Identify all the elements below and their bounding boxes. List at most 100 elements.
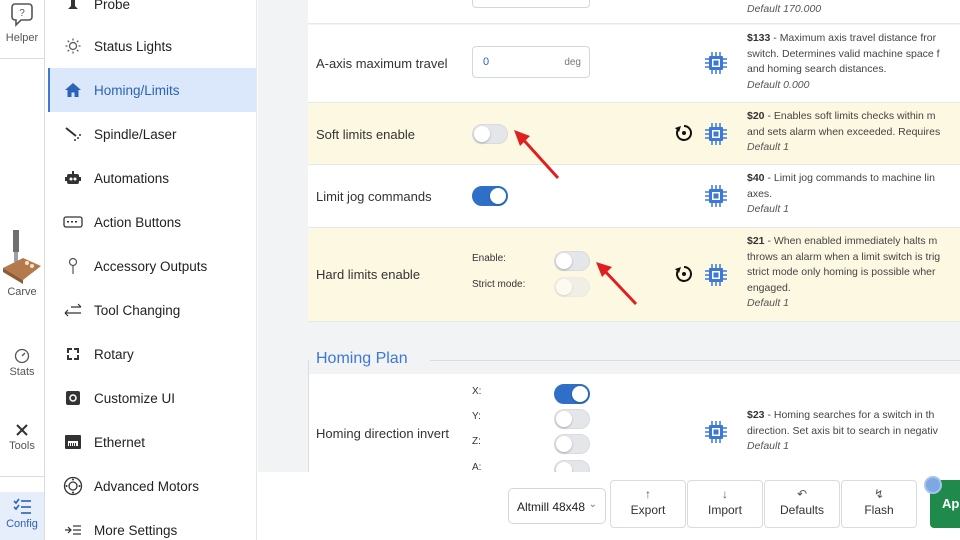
carve-machine-icon bbox=[3, 230, 41, 284]
sidebar-item-customize-ui[interactable]: Customize UI bbox=[48, 376, 256, 420]
soft-limits-toggle[interactable] bbox=[472, 124, 508, 144]
probe-icon bbox=[62, 0, 84, 15]
limit-jog-toggle[interactable] bbox=[472, 186, 508, 206]
desc-line: - Limit jog commands to machine lin bbox=[764, 172, 935, 184]
rail-label-helper: Helper bbox=[5, 32, 39, 44]
rail-label-stats: Stats bbox=[9, 366, 35, 378]
setting-label: Homing direction invert bbox=[316, 426, 449, 441]
keyboard-icon bbox=[62, 211, 84, 233]
gauge-icon bbox=[14, 348, 30, 364]
input-value: 0 bbox=[483, 56, 490, 68]
sidebar-label: Tool Changing bbox=[94, 302, 181, 318]
bottom-toolbar: Altmill 48x48 ⌄ ↑ Export ↓ Import ↶ Defa… bbox=[258, 472, 960, 540]
rail-item-carve[interactable]: Carve bbox=[0, 228, 44, 312]
setting-default: Default 1 bbox=[747, 297, 790, 309]
rail-item-stats[interactable]: Stats bbox=[0, 348, 44, 388]
desc-line: - Enables soft limits checks within m bbox=[764, 110, 936, 122]
ethernet-icon bbox=[62, 431, 84, 453]
setting-default: Default 0.000 bbox=[747, 78, 810, 91]
sidebar-item-accessory-outputs[interactable]: Accessory Outputs bbox=[48, 244, 256, 288]
desc-line: axes. bbox=[747, 187, 773, 200]
settings-panel: Default 170.000 A-axis maximum travel 0 … bbox=[258, 0, 960, 472]
annotation-arrow-hard-limits bbox=[596, 262, 638, 306]
firmware-chip-icon bbox=[705, 264, 727, 286]
tools-icon bbox=[16, 424, 28, 436]
sidebar-item-ethernet[interactable]: Ethernet bbox=[48, 420, 256, 464]
chevron-down-icon: ⌄ bbox=[588, 499, 597, 510]
machine-profile-select[interactable]: Altmill 48x48 ⌄ bbox=[508, 488, 606, 524]
desc-line: engaged. bbox=[747, 281, 791, 294]
setting-code: $133 bbox=[747, 32, 771, 44]
sidebar-item-status-lights[interactable]: Status Lights bbox=[48, 24, 256, 68]
rail-label-carve: Carve bbox=[7, 286, 37, 298]
reset-default-icon[interactable] bbox=[674, 123, 694, 143]
setting-row-previous: Default 170.000 bbox=[308, 0, 960, 24]
defaults-button[interactable]: ↶ Defaults bbox=[764, 480, 840, 528]
setting-description: $40 - Limit jog commands to machine lin … bbox=[747, 171, 935, 218]
flash-button[interactable]: ↯ Flash bbox=[841, 480, 917, 528]
homing-invert-a-toggle[interactable] bbox=[554, 460, 590, 472]
setting-row-soft-limits: Soft limits enable $20 - Enables soft li… bbox=[308, 103, 960, 165]
apply-label: Ap bbox=[942, 496, 960, 511]
import-button[interactable]: ↓ Import bbox=[687, 480, 763, 528]
desc-line: direction. Set axis bit to search in neg… bbox=[747, 424, 938, 437]
rail-label-tools: Tools bbox=[9, 440, 35, 452]
setting-code: $23 bbox=[747, 409, 765, 421]
sidebar-label: Spindle/Laser bbox=[94, 126, 177, 142]
sidebar-item-automations[interactable]: Automations bbox=[48, 156, 256, 200]
sidebar-item-probe[interactable]: Probe bbox=[48, 0, 256, 26]
cursor-indicator bbox=[924, 476, 942, 494]
hard-limits-strict-toggle[interactable] bbox=[554, 277, 590, 297]
hard-limits-enable-toggle[interactable] bbox=[554, 251, 590, 271]
desc-line: - Maximum axis travel distance fror bbox=[770, 32, 937, 44]
export-button[interactable]: ↑ Export bbox=[610, 480, 686, 528]
home-icon bbox=[62, 79, 84, 101]
sidebar-label: Accessory Outputs bbox=[94, 258, 208, 274]
sidebar-item-rotary[interactable]: Rotary bbox=[48, 332, 256, 376]
homing-invert-x-toggle[interactable] bbox=[554, 384, 590, 404]
sidebar-item-tool-changing[interactable]: Tool Changing bbox=[48, 288, 256, 332]
setting-row-homing-dir-invert: Homing direction invert X: Y: Z: A: $23 … bbox=[309, 374, 960, 472]
a-axis-travel-input[interactable]: 0 deg bbox=[472, 46, 590, 78]
sidebar-item-advanced-motors[interactable]: Advanced Motors bbox=[48, 464, 256, 508]
homing-invert-z-toggle[interactable] bbox=[554, 434, 590, 454]
setting-label: Soft limits enable bbox=[316, 127, 415, 142]
setting-description: $23 - Homing searches for a switch in th… bbox=[747, 408, 938, 455]
setting-label: A-axis maximum travel bbox=[316, 56, 448, 71]
firmware-chip-icon bbox=[705, 185, 727, 207]
desc-line: and sets alarm when exceeded. Requires bbox=[747, 125, 941, 138]
input-unit: deg bbox=[564, 57, 581, 68]
setting-label: Hard limits enable bbox=[316, 267, 421, 282]
rotary-icon bbox=[62, 343, 84, 365]
firmware-chip-icon bbox=[705, 421, 727, 443]
previous-value-input[interactable] bbox=[472, 0, 590, 8]
rail-item-config[interactable]: Config bbox=[0, 492, 44, 540]
button-label: Flash bbox=[864, 503, 894, 517]
firmware-chip-icon bbox=[705, 123, 727, 145]
undo-icon: ↶ bbox=[796, 487, 808, 501]
setting-row-a-axis-max-travel: A-axis maximum travel 0 deg $133 - Maxim… bbox=[308, 25, 960, 103]
sidebar-item-more-settings[interactable]: More Settings bbox=[48, 508, 256, 540]
homing-invert-y-toggle[interactable] bbox=[554, 409, 590, 429]
section-divider bbox=[430, 360, 960, 361]
svg-text:?: ? bbox=[19, 8, 25, 19]
axis-label-x: X: bbox=[472, 386, 482, 397]
sidebar-label: Homing/Limits bbox=[94, 82, 180, 98]
motor-icon bbox=[62, 475, 84, 497]
sidebar-item-action-buttons[interactable]: Action Buttons bbox=[48, 200, 256, 244]
sidebar-item-spindle-laser[interactable]: Spindle/Laser bbox=[48, 112, 256, 156]
firmware-chip-icon bbox=[705, 52, 727, 74]
rail-item-tools[interactable]: Tools bbox=[0, 422, 44, 462]
sidebar-item-homing-limits[interactable]: Homing/Limits bbox=[48, 68, 256, 112]
rail-item-helper[interactable]: ? Helper bbox=[0, 0, 44, 58]
setting-row-limit-jog: Limit jog commands $40 - Limit jog comma… bbox=[308, 165, 960, 228]
annotation-arrow-soft-limits bbox=[514, 130, 560, 180]
more-settings-icon bbox=[62, 519, 84, 540]
setting-default: Default 1 bbox=[747, 141, 790, 153]
setting-default: Default 1 bbox=[747, 203, 790, 215]
reset-default-icon[interactable] bbox=[674, 264, 694, 284]
sidebar-label: Probe bbox=[94, 0, 131, 12]
strict-mode-label: Strict mode: bbox=[472, 279, 526, 290]
flash-icon: ↯ bbox=[873, 487, 885, 501]
axis-label-y: Y: bbox=[472, 411, 481, 422]
